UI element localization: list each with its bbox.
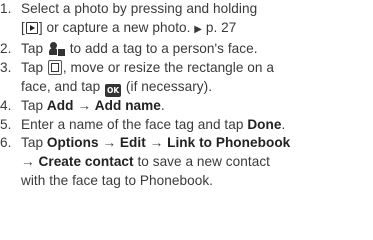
page-reference: p. 27: [205, 19, 237, 35]
step-number: 1.: [0, 1, 12, 16]
menu-link-to-phonebook: Link to Phonebook: [167, 135, 291, 151]
step-6: 6. Tap Options → Edit → Link to Phoneboo…: [0, 134, 373, 191]
step-number: 5.: [0, 116, 12, 132]
step-number: 3.: [0, 59, 12, 75]
step-2: 2. Tap to add a tag to a person's face.: [0, 40, 373, 59]
step-number: 4.: [0, 97, 12, 113]
menu-done: Done: [247, 116, 282, 132]
step-text: Select a photo by pressing and holding […: [21, 1, 258, 35]
menu-arrow: →: [149, 135, 164, 151]
menu-add: Add: [46, 97, 74, 113]
menu-create-contact: Create contact: [38, 154, 134, 170]
face-rectangle-icon: [47, 59, 62, 75]
menu-arrow: →: [77, 97, 91, 113]
step-4: 4. Tap Add → Add name.: [0, 97, 373, 116]
page-reference-arrow: ▶: [194, 23, 203, 35]
step-3: 3. Tap , move or resize the rectangle on…: [0, 59, 373, 97]
menu-add-name: Add name: [94, 97, 161, 113]
step-text: Enter a name of the face tag and tap Don…: [21, 116, 286, 132]
play-button-icon: [25, 21, 38, 34]
step-text: Tap to add a tag to a person's face.: [21, 40, 258, 57]
step-text: Tap , move or resize the rectangle on a …: [21, 59, 274, 97]
step-text: Tap Add → Add name.: [21, 97, 165, 113]
ok-button-icon: OK: [105, 83, 122, 97]
menu-options: Options: [46, 135, 99, 151]
face-tag-icon: [48, 41, 66, 57]
menu-arrow: →: [21, 154, 35, 170]
step-5: 5. Enter a name of the face tag and tap …: [0, 116, 373, 135]
step-number: 2.: [0, 40, 12, 56]
step-1: 1. Select a photo by pressing and holdin…: [0, 0, 373, 40]
step-text: Tap Options → Edit → Link to Phonebook →…: [21, 135, 291, 189]
step-number: 6.: [0, 135, 12, 151]
instruction-document: 1. Select a photo by pressing and holdin…: [0, 0, 373, 240]
menu-edit: Edit: [119, 135, 146, 151]
menu-arrow: →: [102, 135, 117, 151]
steps-list: 1. Select a photo by pressing and holdin…: [0, 0, 373, 191]
